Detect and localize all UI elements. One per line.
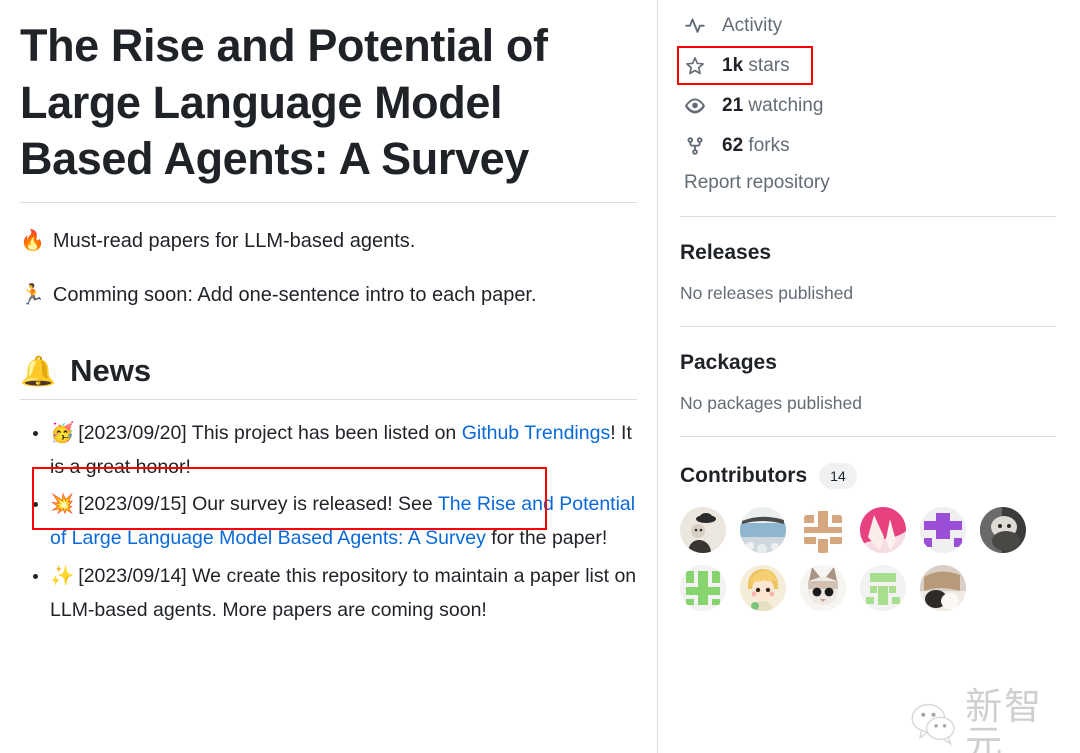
contributors-count-badge: 14 [819,463,857,489]
news-item: ✨[2023/09/14] We create this repository … [50,559,637,627]
news-item: 🥳[2023/09/20] This project has been list… [50,416,637,484]
star-icon [684,55,706,77]
stars-label: stars [748,55,790,76]
eye-icon [684,95,706,117]
avatar[interactable] [860,565,906,611]
page-title: The Rise and Potential of Large Language… [20,20,548,185]
avatar[interactable] [740,507,786,553]
contributors-heading: Contributors [680,464,808,487]
avatar[interactable] [800,507,846,553]
bell-emoji: 🔔 [20,353,57,388]
news-item-text-after: for the paper! [485,527,608,550]
title-divider [20,202,637,204]
avatar[interactable] [740,565,786,611]
intro-text-2: Comming soon: Add one-sentence intro to … [52,284,537,307]
news-item-text-before: [2023/09/14] We create this repository t… [50,564,637,621]
news-item-text-before: [2023/09/15] Our survey is released! See [78,493,438,516]
github-repo-readme-page: The Rise and Potential of Large Language… [0,0,1080,753]
watching-text: 21 watching [722,95,823,117]
stars-count: 1k [722,55,744,76]
stars-text: 1k stars [722,55,790,77]
intro-text-1: Must-read papers for LLM-based agents. [52,230,416,253]
avatar[interactable] [920,507,966,553]
sidebar-item-stars[interactable]: 1k stars [680,46,1056,86]
forks-text: 62 forks [722,135,790,157]
sparkles-emoji: ✨ [50,563,75,587]
sidebar-item-watching[interactable]: 21 watching [680,86,1056,126]
repo-sidebar: Activity 1k stars 21 watching 62 forks R… [658,0,1080,753]
watching-label: watching [748,95,824,116]
news-heading: 🔔 News [20,353,637,401]
avatar[interactable] [920,565,966,611]
github-trendings-link[interactable]: Github Trendings [462,422,611,444]
intro-line-1: 🔥 Must-read papers for LLM-based agents. [20,225,637,257]
activity-label: Activity [722,15,783,36]
sidebar-item-activity[interactable]: Activity [680,6,1056,46]
news-item-text-before: [2023/09/20] This project has been liste… [78,422,462,445]
avatar[interactable] [800,565,846,611]
report-repository-link[interactable]: Report repository [680,172,1056,194]
watching-count: 21 [722,95,744,116]
sidebar-divider-contributors [680,436,1056,437]
sidebar-item-forks[interactable]: 62 forks [680,126,1056,166]
pulse-icon [684,15,706,37]
avatar[interactable] [980,507,1026,553]
contributor-avatars [680,507,1080,611]
news-list: 🥳[2023/09/20] This project has been list… [20,416,637,627]
sidebar-divider-releases [680,216,1056,217]
avatar[interactable] [680,565,726,611]
collision-emoji: 💥 [50,492,75,516]
readme-column: The Rise and Potential of Large Language… [0,0,658,753]
news-item: 💥[2023/09/15] Our survey is released! Se… [50,487,637,555]
packages-heading: Packages [680,351,777,374]
forks-count: 62 [722,135,744,156]
releases-heading: Releases [680,241,772,264]
intro-line-2: 🏃 Comming soon: Add one-sentence intro to… [20,279,637,311]
avatar[interactable] [860,507,906,553]
avatar[interactable] [680,507,726,553]
fire-emoji: 🔥 [20,228,45,253]
partying-face-emoji: 🥳 [50,421,75,445]
contributors-heading-row[interactable]: Contributors 14 [680,463,1056,489]
sidebar-divider-packages [680,326,1056,327]
fork-icon [684,135,706,157]
runner-emoji: 🏃 [20,282,45,307]
news-heading-label: News [70,353,152,389]
packages-empty-text: No packages published [680,393,862,413]
forks-label: forks [748,135,790,156]
releases-empty-text: No releases published [680,283,854,303]
